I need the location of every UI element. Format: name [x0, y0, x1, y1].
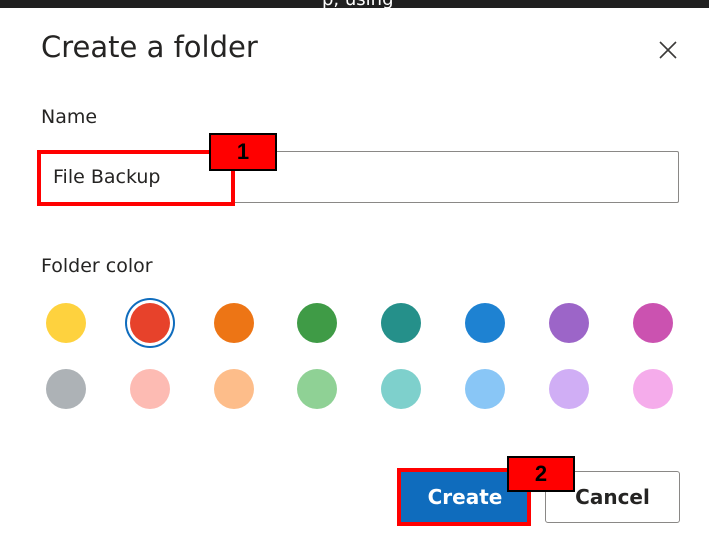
- name-label: Name: [41, 106, 98, 128]
- close-button[interactable]: [648, 30, 688, 70]
- color-swatch[interactable]: [465, 303, 505, 343]
- background-caption: p, using: [322, 0, 394, 8]
- color-swatch[interactable]: [549, 369, 589, 409]
- color-swatch[interactable]: [297, 369, 337, 409]
- folder-name-input[interactable]: [38, 151, 679, 203]
- color-swatch[interactable]: [549, 303, 589, 343]
- folder-color-label: Folder color: [41, 255, 153, 277]
- color-swatch[interactable]: [633, 303, 673, 343]
- background-window-strip: p, using: [0, 0, 709, 8]
- color-swatch[interactable]: [381, 369, 421, 409]
- create-button[interactable]: Create: [400, 471, 530, 523]
- color-swatch[interactable]: [465, 369, 505, 409]
- color-swatch[interactable]: [130, 303, 170, 343]
- close-icon: [659, 41, 677, 59]
- color-swatch[interactable]: [633, 369, 673, 409]
- cancel-button[interactable]: Cancel: [545, 471, 680, 523]
- color-swatch[interactable]: [297, 303, 337, 343]
- color-swatch[interactable]: [381, 303, 421, 343]
- color-swatch[interactable]: [214, 369, 254, 409]
- color-swatch[interactable]: [214, 303, 254, 343]
- color-swatch[interactable]: [46, 369, 86, 409]
- dialog-title: Create a folder: [41, 30, 258, 64]
- color-swatch[interactable]: [46, 303, 86, 343]
- color-swatch[interactable]: [130, 369, 170, 409]
